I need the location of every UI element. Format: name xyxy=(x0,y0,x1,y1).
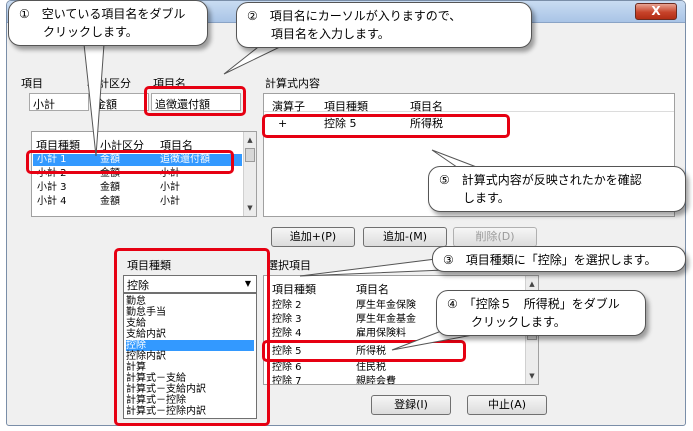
callout-4: ④ 「控除５ 所得税」をダブル クリックします。 xyxy=(436,290,646,336)
callout-text: ① 空いている項目名をダブル xyxy=(19,7,186,21)
callout-3: ③ 項目種類に「控除」を選択します。 xyxy=(432,246,686,272)
callout-5: ⑤ 計算式内容が反映されたかを確認 します。 xyxy=(428,166,686,212)
callout-2: ② 項目名にカーソルが入りますので、 項目名を入力します。 xyxy=(236,2,532,48)
callout-text: ② 項目名にカーソルが入りますので、 xyxy=(247,9,462,23)
callout-text: 項目名を入力します。 xyxy=(247,27,390,41)
callout-text: ⑤ 計算式内容が反映されたかを確認 xyxy=(439,173,642,187)
callout-text: クリックします。 xyxy=(19,25,138,39)
callout-pointers xyxy=(83,43,501,351)
callout-text: ③ 項目種類に「控除」を選択します。 xyxy=(443,253,657,267)
callout-text: クリックします。 xyxy=(447,315,566,329)
callout-text: します。 xyxy=(439,191,510,205)
callout-text: ④ 「控除５ 所得税」をダブル xyxy=(447,297,620,311)
callout-1: ① 空いている項目名をダブル クリックします。 xyxy=(8,0,208,46)
